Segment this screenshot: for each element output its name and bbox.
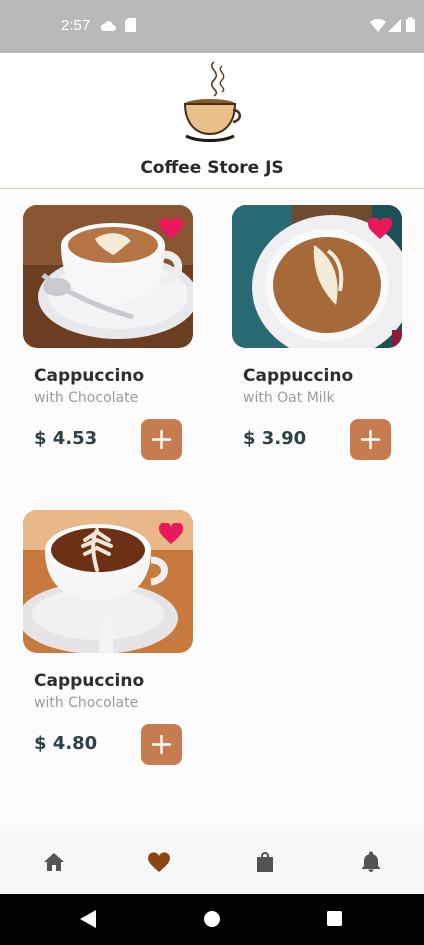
product-image[interactable] <box>232 205 402 348</box>
product-name: Cappuccino <box>34 366 145 386</box>
product-card[interactable]: Cappuccino with Oat Milk $ 3.90 <box>232 205 402 465</box>
product-card[interactable]: Cappuccino with Chocolate $ 4.80 <box>23 510 193 770</box>
product-price: $ 4.53 <box>34 428 98 449</box>
heart-icon[interactable] <box>147 850 171 874</box>
add-to-cart-button[interactable] <box>141 724 182 765</box>
product-card[interactable]: Cappuccino with Chocolate $ 4.53 <box>23 205 193 465</box>
product-name: Cappuccino <box>34 671 145 691</box>
plus-icon <box>151 429 172 450</box>
home-circle-icon[interactable] <box>204 911 220 927</box>
back-icon[interactable] <box>80 910 96 928</box>
product-price: $ 4.80 <box>34 733 98 754</box>
status-time: 2:57 <box>61 17 91 34</box>
favorite-heart-icon[interactable] <box>368 218 392 240</box>
favorite-heart-icon[interactable] <box>159 218 183 240</box>
product-image[interactable] <box>23 510 193 653</box>
product-price: $ 3.90 <box>243 428 307 449</box>
add-to-cart-button[interactable] <box>350 419 391 460</box>
plus-icon <box>151 734 172 755</box>
bell-icon[interactable] <box>359 850 383 874</box>
product-subtitle: with Chocolate <box>34 695 139 711</box>
status-bar: 2:57 <box>0 0 424 53</box>
add-to-cart-button[interactable] <box>141 419 182 460</box>
product-name: Cappuccino <box>243 366 354 386</box>
home-icon[interactable] <box>42 850 66 874</box>
recents-icon[interactable] <box>327 911 342 926</box>
app-title: Coffee Store JS <box>140 158 284 178</box>
cloud-icon <box>100 21 116 31</box>
product-subtitle: with Oat Milk <box>243 390 335 406</box>
wifi-icon <box>370 19 386 32</box>
product-subtitle: with Chocolate <box>34 390 139 406</box>
shopping-bag-icon[interactable] <box>253 850 277 874</box>
coffee-cup-logo <box>183 61 241 142</box>
bottom-nav <box>0 831 424 894</box>
favorite-heart-icon[interactable] <box>159 523 183 545</box>
app-header: Coffee Store JS <box>0 53 424 189</box>
sd-card-icon <box>125 18 136 32</box>
battery-icon <box>406 17 415 32</box>
system-nav-bar <box>0 894 424 945</box>
product-image[interactable] <box>23 205 193 348</box>
signal-icon <box>388 19 401 32</box>
plus-icon <box>360 429 381 450</box>
